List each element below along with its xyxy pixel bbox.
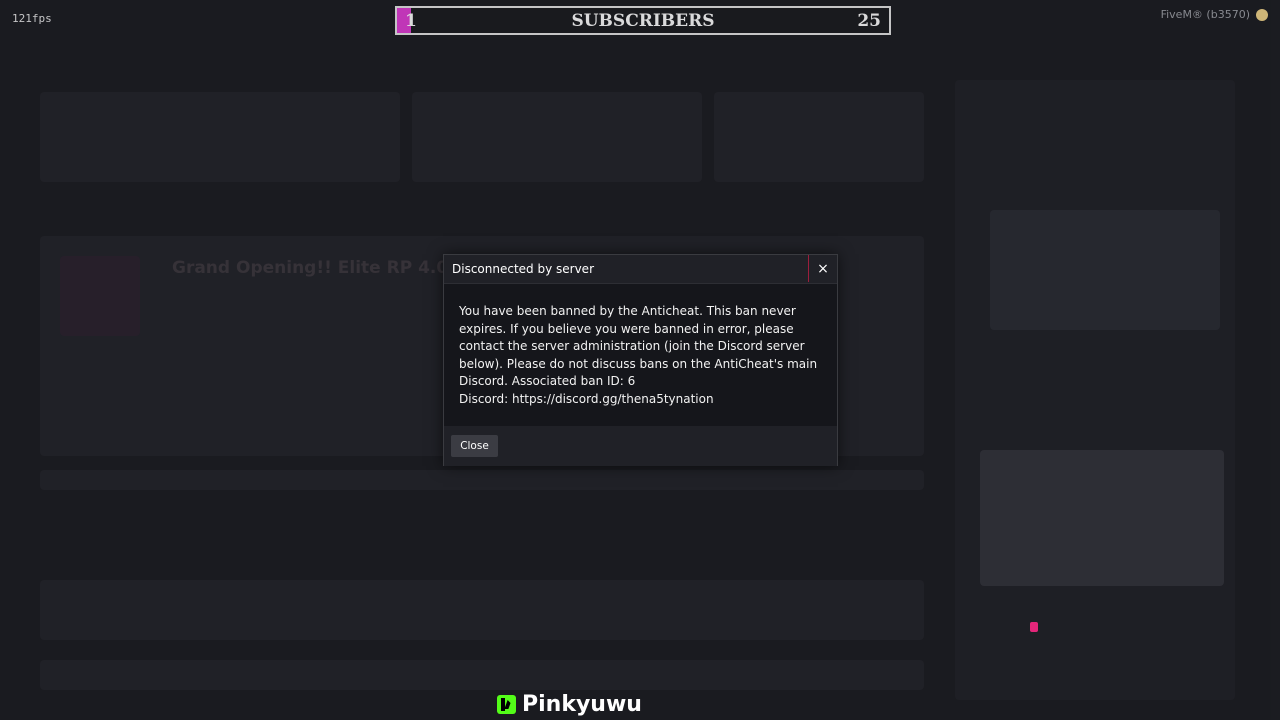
kick-logo-icon xyxy=(497,695,516,714)
streamer-watermark: Pinkyuwu xyxy=(497,692,642,717)
dialog-header: Disconnected by server × xyxy=(444,255,837,284)
dialog-title: Disconnected by server xyxy=(452,262,594,276)
close-icon[interactable]: × xyxy=(808,255,837,282)
dialog-body: You have been banned by the Anticheat. T… xyxy=(444,284,837,426)
close-button[interactable]: Close xyxy=(451,435,498,457)
dialog-footer: Close xyxy=(444,426,837,466)
dialog-message: You have been banned by the Anticheat. T… xyxy=(459,304,818,388)
mouse-cursor-icon xyxy=(1030,622,1038,632)
dialog-discord-link[interactable]: Discord: https://discord.gg/thena5tynati… xyxy=(459,391,822,409)
disconnect-dialog: Disconnected by server × You have been b… xyxy=(443,254,838,466)
streamer-name: Pinkyuwu xyxy=(522,692,642,717)
